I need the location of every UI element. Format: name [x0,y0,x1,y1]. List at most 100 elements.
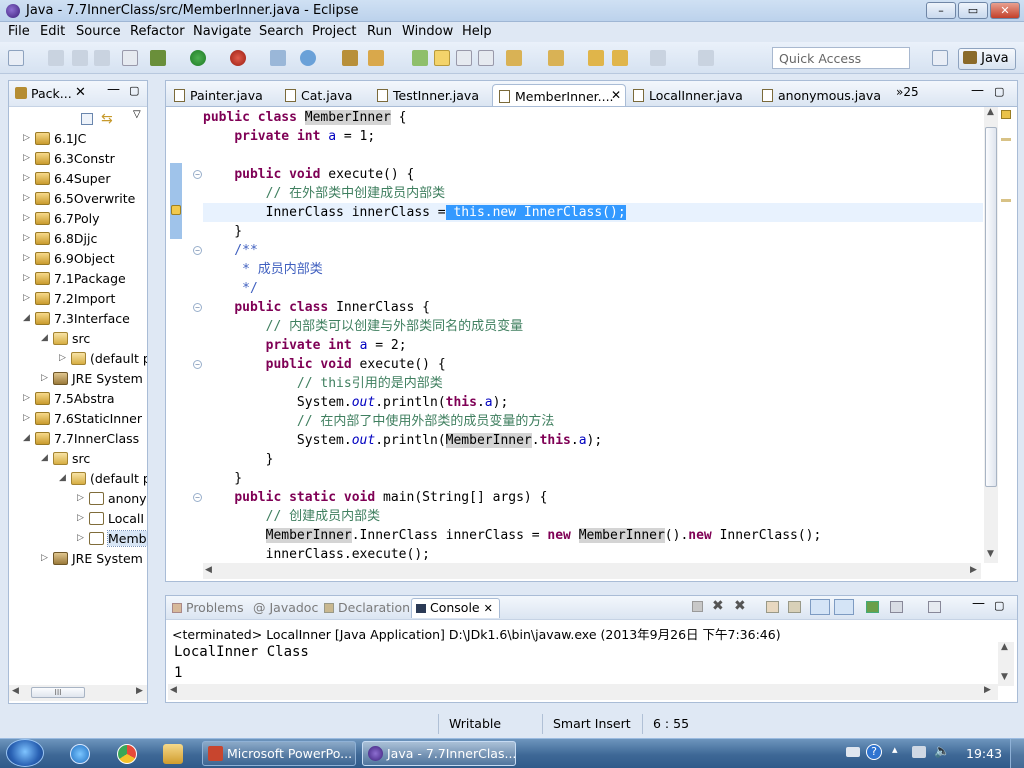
search-icon[interactable] [368,50,384,66]
expand-arrow-icon[interactable]: ▷ [59,353,66,363]
expand-arrow-icon[interactable]: ▷ [77,493,84,503]
block-selection-icon[interactable] [456,50,472,66]
prev-annotation-icon[interactable] [548,50,564,66]
code-area[interactable]: − − − − − public class MemberInner { pri… [166,107,1017,563]
expand-arrow-icon[interactable]: ▷ [23,293,30,303]
new-icon[interactable] [8,50,24,66]
toggle-icon[interactable] [122,50,138,66]
back-icon[interactable] [612,50,628,66]
editor-vscroll[interactable]: ▲ ▼ [984,107,998,563]
show-on-output-icon[interactable] [810,599,830,615]
open-perspective-icon[interactable] [932,50,948,66]
editor-hscroll[interactable]: ◀ ▶ [203,563,981,579]
volume-icon[interactable]: 🔈 [934,744,950,759]
tab-painter-java[interactable]: Painter.java [168,84,263,106]
view-menu-icon[interactable]: ▽ [133,109,141,120]
scroll-right-icon[interactable]: ▶ [136,686,143,696]
collapse-arrow-icon[interactable]: ◢ [41,453,48,463]
expand-arrow-icon[interactable]: ▷ [23,173,30,183]
tree-item[interactable]: ▷ Memb [9,529,147,549]
scroll-right-icon[interactable]: ▶ [984,685,991,695]
tree-item[interactable]: ▷ 6.4Super [9,169,147,189]
maximize-view-icon[interactable]: ▢ [129,84,139,97]
expand-arrow-icon[interactable]: ▷ [77,513,84,523]
maximize-button[interactable]: ▭ [958,2,988,19]
tab-console[interactable]: Console ✕ [411,598,500,618]
tab-cat-java[interactable]: Cat.java [279,84,352,106]
tree-item[interactable]: ▷ 7.6StaticInner [9,409,147,429]
tab-declaration[interactable]: Declaration [324,600,410,615]
forward-icon[interactable] [650,50,666,66]
show-desktop-button[interactable] [1010,739,1024,768]
occurrence-marker[interactable] [1001,199,1011,202]
menu-project[interactable]: Project [312,24,356,39]
console-vscroll[interactable]: ▲ ▼ [998,642,1014,686]
tree-item[interactable]: ◢ 7.3Interface [9,309,147,329]
expand-arrow-icon[interactable]: ▷ [23,393,30,403]
tree-item[interactable]: ◢ (default p [9,469,147,489]
display-console-icon[interactable] [890,601,903,613]
occurrence-marker[interactable] [1001,138,1011,141]
expand-arrow-icon[interactable]: ▷ [23,253,30,263]
help-icon[interactable]: ? [866,744,882,760]
expand-arrow-icon[interactable]: ▷ [23,213,30,223]
tree-item[interactable]: ◢ 7.7InnerClass [9,429,147,449]
run-icon[interactable] [190,50,206,66]
scroll-left-icon[interactable]: ◀ [170,685,177,695]
editor-vscroll-thumb[interactable] [985,127,997,487]
fold-icon[interactable]: − [193,493,202,502]
expand-arrow-icon[interactable]: ▷ [23,153,30,163]
chrome-icon[interactable] [117,744,137,764]
annotation-icon[interactable] [412,50,428,66]
expand-arrow-icon[interactable]: ▷ [77,533,84,543]
fold-icon[interactable]: − [193,246,202,255]
scroll-up-icon[interactable]: ▲ [1001,642,1008,652]
fold-icon[interactable]: − [193,170,202,179]
scroll-down-icon[interactable]: ▼ [1001,672,1008,682]
tree-item[interactable]: ▷ 6.5Overwrite [9,189,147,209]
tree-item[interactable]: ▷ (default p [9,349,147,369]
menu-edit[interactable]: Edit [40,24,65,39]
collapse-arrow-icon[interactable]: ◢ [23,433,30,443]
tree-item[interactable]: ▷ 6.7Poly [9,209,147,229]
minimize-editor-icon[interactable]: — [971,83,984,98]
taskbar-eclipse[interactable]: Java - 7.7InnerClas... [362,741,516,766]
tree-item[interactable]: ▷ 6.9Object [9,249,147,269]
show-whitespace-icon[interactable] [478,50,494,66]
terminate-icon[interactable] [692,601,703,612]
minimize-view-icon[interactable]: — [107,82,120,97]
tree-item[interactable]: ▷ 7.1Package [9,269,147,289]
save-all-icon[interactable] [72,50,88,66]
pin-console-icon[interactable] [866,601,879,613]
show-on-error-icon[interactable] [834,599,854,615]
tab-javadoc[interactable]: @ Javadoc [253,600,318,615]
close-view-icon[interactable]: ✕ [75,85,86,100]
tree-item[interactable]: ▷ 6.8Djjc [9,229,147,249]
network-icon[interactable] [912,746,926,758]
scroll-down-icon[interactable]: ▼ [987,549,994,559]
quick-access-input[interactable]: Quick Access [772,47,910,69]
clear-console-icon[interactable] [766,601,779,613]
scroll-left-icon[interactable]: ◀ [12,686,19,696]
external-tools-icon[interactable] [230,50,246,66]
expand-arrow-icon[interactable]: ▷ [41,373,48,383]
collapse-all-icon[interactable] [81,113,93,125]
open-console-icon[interactable] [928,601,941,613]
tree-item[interactable]: ▷ JRE System L [9,369,147,389]
folder-icon[interactable] [163,744,183,764]
expand-arrow-icon[interactable]: ▷ [23,193,30,203]
new-package-icon[interactable] [300,50,316,66]
menu-refactor[interactable]: Refactor [130,24,185,39]
package-explorer-title[interactable]: Pack... [31,86,72,101]
menu-navigate[interactable]: Navigate [193,24,251,39]
fold-icon[interactable]: − [193,303,202,312]
menu-source[interactable]: Source [76,24,121,39]
minimize-console-icon[interactable]: — [972,596,985,611]
tab-problems[interactable]: Problems [172,600,244,615]
tab-overflow-button[interactable]: »25 [896,85,919,99]
tree-item[interactable]: ▷ LocalI [9,509,147,529]
link-with-editor-icon[interactable]: ⇆ [101,111,113,127]
scroll-right-icon[interactable]: ▶ [970,565,977,575]
show-hidden-icons[interactable]: ▴ [892,743,898,756]
collapse-arrow-icon[interactable]: ◢ [23,313,30,323]
